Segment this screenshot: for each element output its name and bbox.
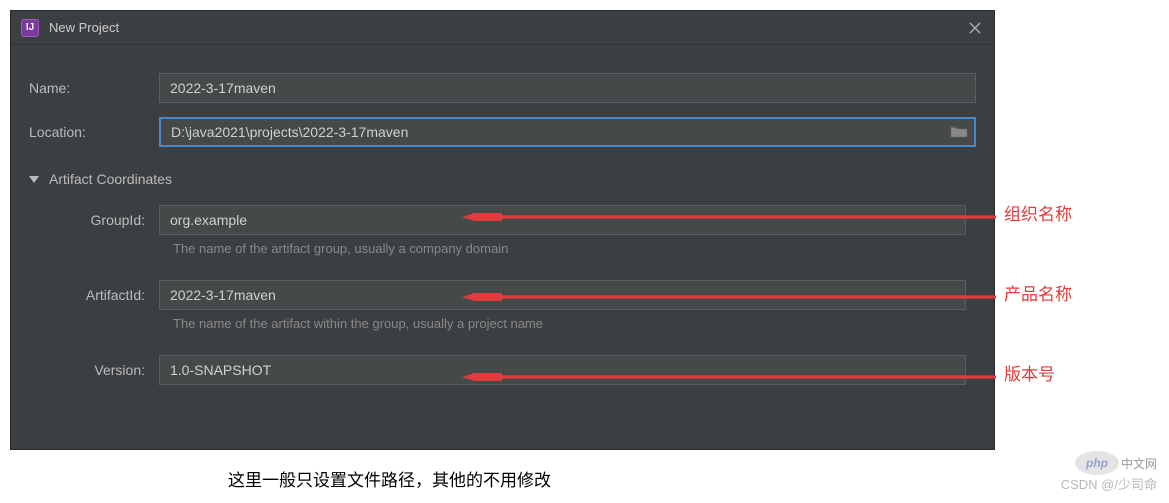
annotation-version: 版本号	[1004, 360, 1055, 385]
version-label: Version:	[49, 362, 159, 378]
artifactid-label: ArtifactId:	[49, 287, 159, 303]
php-logo-icon: php	[1075, 451, 1119, 475]
close-button[interactable]	[964, 17, 986, 39]
csdn-watermark: CSDN @/少司命	[1061, 474, 1157, 493]
location-label: Location:	[29, 124, 159, 140]
groupid-label: GroupId:	[49, 212, 159, 228]
location-input[interactable]	[159, 117, 976, 147]
dialog-content: Name: Location: Artifact Coordinates Gro…	[11, 45, 994, 409]
annotation-groupid: 组织名称	[1004, 200, 1072, 225]
arrow-artifactid	[456, 288, 996, 296]
php-watermark: php 中文网	[1075, 451, 1157, 475]
annotation-artifactid: 产品名称	[1004, 280, 1072, 305]
folder-icon[interactable]	[950, 124, 968, 138]
groupid-hint: The name of the artifact group, usually …	[29, 241, 976, 256]
artifact-coordinates-toggle[interactable]: Artifact Coordinates	[29, 171, 976, 187]
name-input[interactable]	[159, 73, 976, 103]
arrow-groupid	[456, 208, 996, 216]
close-icon	[969, 22, 981, 34]
location-row: Location:	[29, 117, 976, 147]
window-title: New Project	[49, 20, 119, 35]
name-label: Name:	[29, 80, 159, 96]
footer-note: 这里一般只设置文件路径，其他的不用修改	[228, 466, 551, 491]
chevron-down-icon	[29, 176, 39, 183]
php-cn-text: 中文网	[1121, 455, 1157, 472]
artifactid-hint: The name of the artifact within the grou…	[29, 316, 976, 331]
title-bar: IJ New Project	[11, 11, 994, 45]
section-title: Artifact Coordinates	[49, 171, 172, 187]
arrow-version	[456, 368, 996, 376]
name-row: Name:	[29, 73, 976, 103]
new-project-dialog: IJ New Project Name: Location: Artifact …	[10, 10, 995, 450]
intellij-icon: IJ	[21, 19, 39, 37]
